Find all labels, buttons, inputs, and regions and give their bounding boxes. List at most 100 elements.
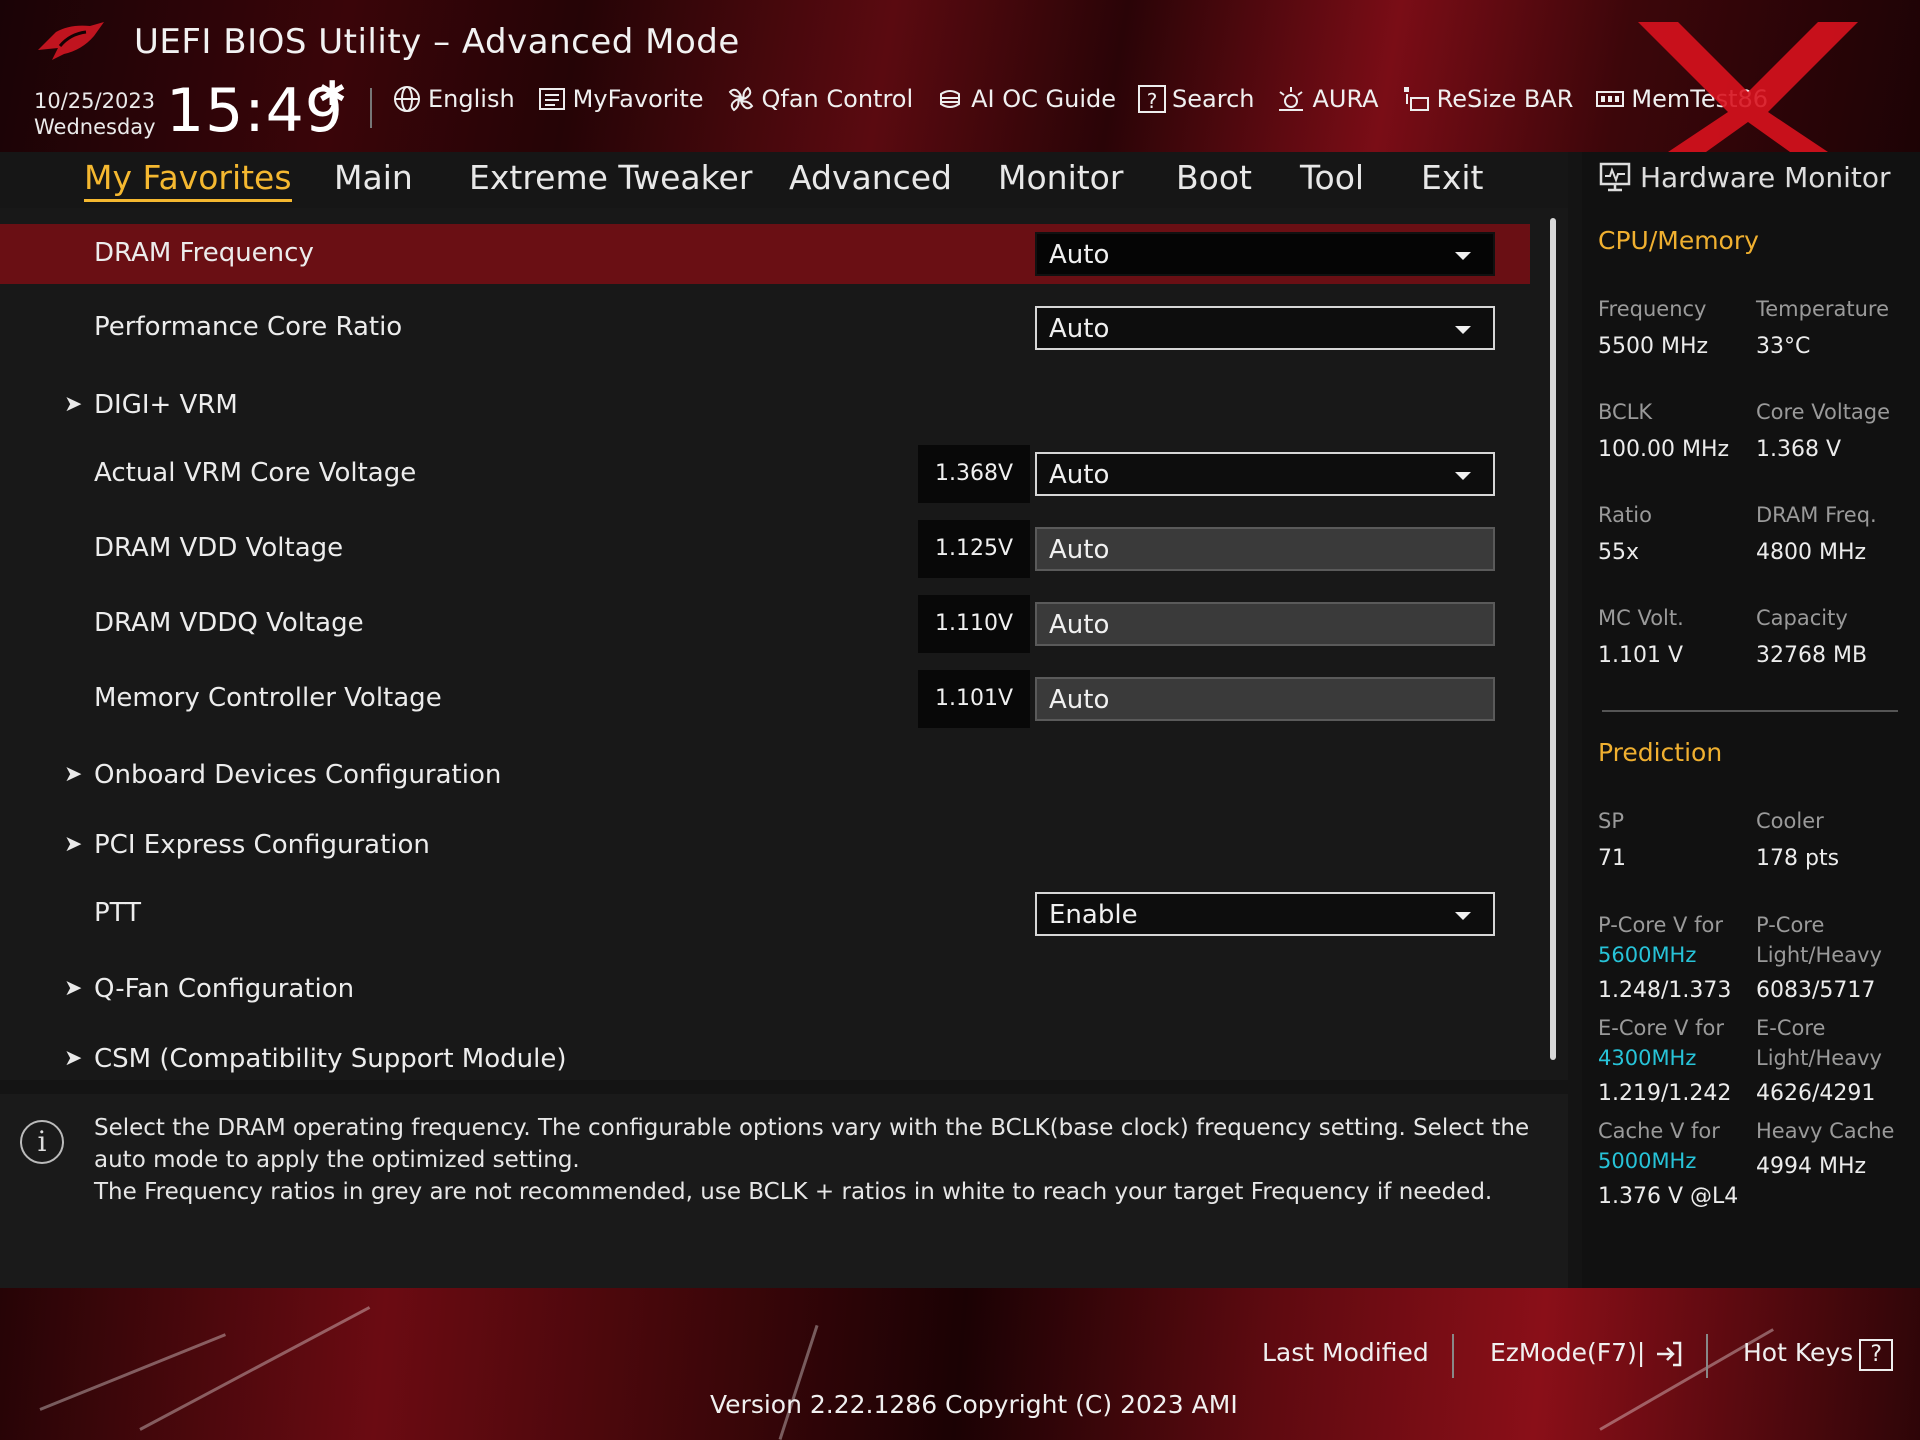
pcore-lh-label-2: Light/Heavy [1756,943,1882,967]
voltage-reading: 1.101V [918,670,1030,728]
chevron-right-icon: ➤ [64,1046,83,1071]
setting-memory-controller-voltage[interactable]: Memory Controller Voltage 1.101V Auto [0,669,1530,729]
gear-icon[interactable]: ✱ [318,74,347,114]
dram-vddq-voltage-input[interactable]: Auto [1035,602,1495,646]
frequency-value: 5500 MHz [1598,334,1709,359]
prediction-heading: Prediction [1598,738,1723,767]
hardware-monitor-title: Hardware Monitor [1598,160,1891,194]
chevron-down-icon [1455,912,1471,920]
rog-logo [38,22,104,60]
hot-keys-label: Hot Keys [1743,1338,1854,1367]
search-button[interactable]: ? Search [1138,84,1254,114]
cache-v-label: Cache V for [1598,1119,1720,1143]
ratio-value: 55x [1598,540,1640,565]
tab-boot[interactable]: Boot [1176,158,1252,197]
tab-bar: My Favorites Main Extreme Tweaker Advanc… [0,152,1568,208]
aura-label: AURA [1312,85,1379,113]
tab-extreme-tweaker[interactable]: Extreme Tweaker [469,158,752,197]
ai-oc-icon [940,90,961,108]
ratio-label: Ratio [1598,503,1652,527]
weekday: Wednesday [34,115,156,139]
tab-tool[interactable]: Tool [1300,158,1364,197]
myfavorite-button[interactable]: MyFavorite [537,84,704,114]
submenu-label: PCI Express Configuration [94,830,430,860]
cache-v-freq: 5000MHz [1598,1149,1697,1173]
memory-controller-voltage-input[interactable]: Auto [1035,677,1495,721]
date-display: 10/25/2023 Wednesday [34,88,156,140]
frequency-label: Frequency [1598,297,1707,321]
tab-my-favorites[interactable]: My Favorites [84,158,292,202]
search-icon: ? [1138,85,1167,113]
tab-monitor[interactable]: Monitor [998,158,1123,197]
tab-advanced[interactable]: Advanced [789,158,952,197]
submenu-qfan-configuration[interactable]: ➤ Q-Fan Configuration [0,960,1530,1020]
date: 10/25/2023 [34,89,156,113]
qfan-control-button[interactable]: Qfan Control [726,84,913,114]
settings-scrollbar[interactable] [1550,218,1556,1060]
ptt-dropdown[interactable]: Enable [1035,892,1495,936]
submenu-pci-express[interactable]: ➤ PCI Express Configuration [0,816,1530,876]
help-line-2: The Frequency ratios in grey are not rec… [94,1179,1493,1205]
cpu-memory-heading: CPU/Memory [1598,226,1759,255]
dropdown-value: Auto [1049,240,1110,270]
last-modified-button[interactable]: Last Modified [1262,1338,1429,1367]
bclk-value: 100.00 MHz [1598,437,1730,462]
hardware-monitor-label: Hardware Monitor [1640,160,1891,194]
setting-dram-frequency[interactable]: DRAM Frequency Auto [0,224,1530,284]
ezmode-label: EzMode(F7)| [1490,1338,1646,1367]
hardware-monitor-panel: Hardware Monitor CPU/Memory Frequency 55… [1582,152,1920,1288]
submenu-onboard-devices[interactable]: ➤ Onboard Devices Configuration [0,746,1530,806]
ecore-v-freq: 4300MHz [1598,1046,1697,1070]
watermark-logo [1638,22,1858,172]
vrm-core-voltage-dropdown[interactable]: Auto [1035,452,1495,496]
dram-frequency-dropdown[interactable]: Auto [1035,232,1495,276]
performance-core-ratio-dropdown[interactable]: Auto [1035,306,1495,350]
setting-label: Performance Core Ratio [94,312,403,342]
pcore-lh-label-1: P-Core [1756,913,1825,937]
submenu-digi-vrm[interactable]: ➤ DIGI+ VRM [0,376,1530,436]
info-icon: i [20,1120,64,1164]
decor-streak [778,1324,819,1440]
dram-freq-value: 4800 MHz [1756,540,1867,565]
ecore-lh-label-2: Light/Heavy [1756,1046,1882,1070]
aura-button[interactable]: AURA [1276,84,1379,114]
mc-volt-label: MC Volt. [1598,606,1684,630]
pcore-v-label: P-Core V for [1598,913,1723,937]
setting-actual-vrm-core-voltage[interactable]: Actual VRM Core Voltage 1.368V Auto [0,444,1530,504]
setting-label: Memory Controller Voltage [94,683,442,713]
pcore-v-freq: 5600MHz [1598,943,1697,967]
decor-streak [139,1306,371,1431]
capacity-value: 32768 MB [1756,643,1868,668]
setting-dram-vddq-voltage[interactable]: DRAM VDDQ Voltage 1.110V Auto [0,594,1530,654]
field-value: Auto [1049,685,1110,715]
ecore-v-value: 1.219/1.242 [1598,1081,1732,1106]
app-title: UEFI BIOS Utility – Advanced Mode [134,22,740,62]
cooler-value: 178 pts [1756,846,1840,871]
setting-label: DRAM Frequency [94,238,314,268]
version-text: Version 2.22.1286 Copyright (C) 2023 AMI [710,1390,1238,1419]
temperature-value: 33°C [1756,334,1811,359]
setting-ptt[interactable]: PTT Enable [0,884,1530,944]
sp-value: 71 [1598,846,1626,871]
resize-bar-label: ReSize BAR [1436,85,1574,113]
memtest-icon [1596,91,1625,107]
setting-dram-vdd-voltage[interactable]: DRAM VDD Voltage 1.125V Auto [0,519,1530,579]
resize-bar-button[interactable]: ReSize BAR [1401,84,1574,114]
submenu-csm[interactable]: ➤ CSM (Compatibility Support Module) [0,1030,1530,1090]
dram-vdd-voltage-input[interactable]: Auto [1035,527,1495,571]
ezmode-icon [1657,1341,1682,1367]
help-text: Select the DRAM operating frequency. The… [94,1112,1534,1208]
setting-label: DRAM VDD Voltage [94,533,344,563]
tab-exit[interactable]: Exit [1421,158,1484,197]
core-voltage-label: Core Voltage [1756,400,1891,424]
ai-oc-guide-button[interactable]: AI OC Guide [935,84,1116,114]
help-line-1: Select the DRAM operating frequency. The… [94,1115,1530,1173]
chevron-down-icon [1455,252,1471,260]
tab-main[interactable]: Main [334,158,413,197]
mc-volt-value: 1.101 V [1598,643,1684,668]
ezmode-button[interactable]: EzMode(F7)| [1490,1338,1683,1368]
hot-keys-button[interactable]: Hot Keys? [1743,1338,1894,1371]
setting-performance-core-ratio[interactable]: Performance Core Ratio Auto [0,298,1530,358]
resize-bar-icon [1403,87,1429,111]
language-button[interactable]: English [392,84,515,114]
